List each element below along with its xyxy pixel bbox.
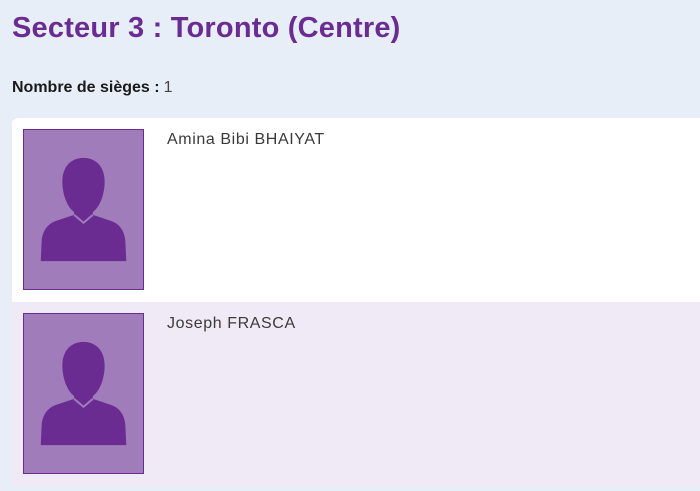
user-silhouette-icon [40,341,127,446]
candidate-name[interactable]: Joseph FRASCA [167,315,296,333]
candidate-photo [23,313,144,474]
candidate-list: Amina Bibi BHAIYAT Joseph FRASCA [12,118,700,486]
candidate-card: Joseph FRASCA [12,302,700,486]
candidate-name[interactable]: Amina Bibi BHAIYAT [167,131,325,149]
seats-count: Nombre de sièges :1 [12,79,173,97]
user-silhouette-icon [40,157,127,262]
candidate-card: Amina Bibi BHAIYAT [12,118,700,302]
seats-separator: : [149,79,160,96]
seats-label: Nombre de sièges [12,79,150,96]
page-title: Secteur 3 : Toronto (Centre) [12,12,401,44]
seats-value: 1 [163,79,173,96]
candidate-photo [23,129,144,290]
